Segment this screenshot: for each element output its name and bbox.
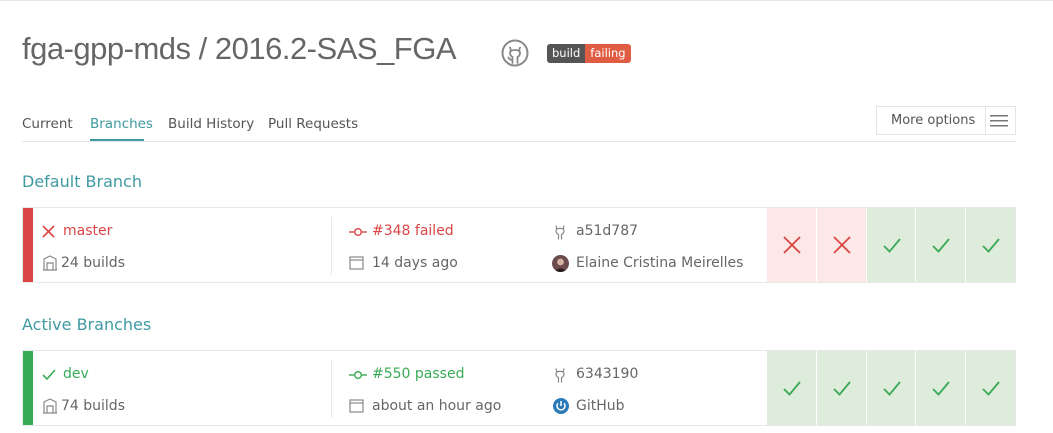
calendar-icon [349, 399, 364, 413]
top-border [0, 0, 1053, 1]
branch-name[interactable]: dev [63, 366, 89, 382]
check-icon [932, 238, 951, 253]
builds-count[interactable]: 74 builds [61, 398, 125, 414]
check-icon [882, 238, 901, 253]
column-divider [331, 360, 332, 418]
github-icon [555, 225, 565, 240]
column-divider [331, 217, 332, 275]
badge-label: build [547, 44, 586, 63]
repo-title[interactable]: fga-gpp-mds / 2016.2-SAS_FGA [22, 31, 457, 67]
build-number[interactable]: #348 failed [372, 223, 454, 239]
history-cell-passed[interactable] [966, 208, 1015, 282]
build-number[interactable]: #550 passed [372, 366, 464, 382]
history-cell-passed[interactable] [866, 208, 916, 282]
build-history-strip [767, 208, 1015, 282]
building-icon [43, 398, 57, 414]
build-time: about an hour ago [372, 398, 502, 414]
cross-icon [42, 225, 55, 238]
branch-row-master[interactable]: master 24 builds #348 failed 14 days ago… [22, 207, 1016, 283]
cross-icon [783, 236, 801, 254]
history-cell-failed[interactable] [816, 208, 866, 282]
tab-branches[interactable]: Branches [90, 116, 153, 132]
build-time: 14 days ago [372, 255, 458, 271]
badge-status: failing [585, 44, 631, 63]
history-cell-passed[interactable] [866, 351, 916, 425]
status-bar-failed [23, 208, 33, 282]
history-cell-passed[interactable] [916, 208, 966, 282]
cross-icon [833, 236, 851, 254]
build-status-badge[interactable]: build failing [547, 44, 631, 63]
calendar-icon [349, 256, 364, 270]
power-icon [553, 398, 569, 414]
more-options-button[interactable]: More options [876, 106, 1016, 135]
tab-current[interactable]: Current [22, 116, 73, 132]
more-options-divider [985, 107, 986, 134]
tab-build-history[interactable]: Build History [168, 116, 254, 132]
build-history-strip [767, 351, 1015, 425]
tab-pull-requests[interactable]: Pull Requests [268, 116, 358, 132]
active-tab-indicator [90, 139, 144, 141]
commit-author: GitHub [576, 398, 625, 414]
avatar [552, 255, 569, 272]
hamburger-icon [990, 115, 1008, 127]
history-cell-passed[interactable] [767, 351, 816, 425]
branch-name[interactable]: master [63, 223, 112, 239]
check-icon [982, 238, 1000, 253]
check-icon [42, 369, 56, 381]
section-title-active-branches: Active Branches [22, 315, 152, 334]
commit-author: Elaine Cristina Meirelles [576, 255, 744, 271]
repo-tabs: Current Branches Build History Pull Requ… [22, 108, 1016, 142]
check-icon [783, 381, 801, 396]
building-icon [43, 255, 57, 271]
commit-node-icon [349, 371, 367, 379]
check-icon [932, 381, 951, 396]
history-cell-failed[interactable] [767, 208, 816, 282]
status-bar-passed [23, 351, 33, 425]
history-cell-passed[interactable] [966, 351, 1015, 425]
builds-count[interactable]: 24 builds [61, 255, 125, 271]
section-title-default-branch: Default Branch [22, 172, 142, 191]
check-icon [982, 381, 1000, 396]
commit-hash[interactable]: 6343190 [576, 366, 638, 382]
history-cell-passed[interactable] [916, 351, 966, 425]
history-cell-passed[interactable] [816, 351, 866, 425]
branch-row-dev[interactable]: dev 74 builds #550 passed about an hour … [22, 350, 1016, 426]
more-options-label: More options [891, 113, 976, 128]
github-icon[interactable] [500, 38, 530, 68]
check-icon [833, 381, 851, 396]
commit-node-icon [349, 228, 367, 236]
check-icon [882, 381, 901, 396]
commit-hash[interactable]: a51d787 [576, 223, 638, 239]
github-icon [555, 368, 565, 383]
